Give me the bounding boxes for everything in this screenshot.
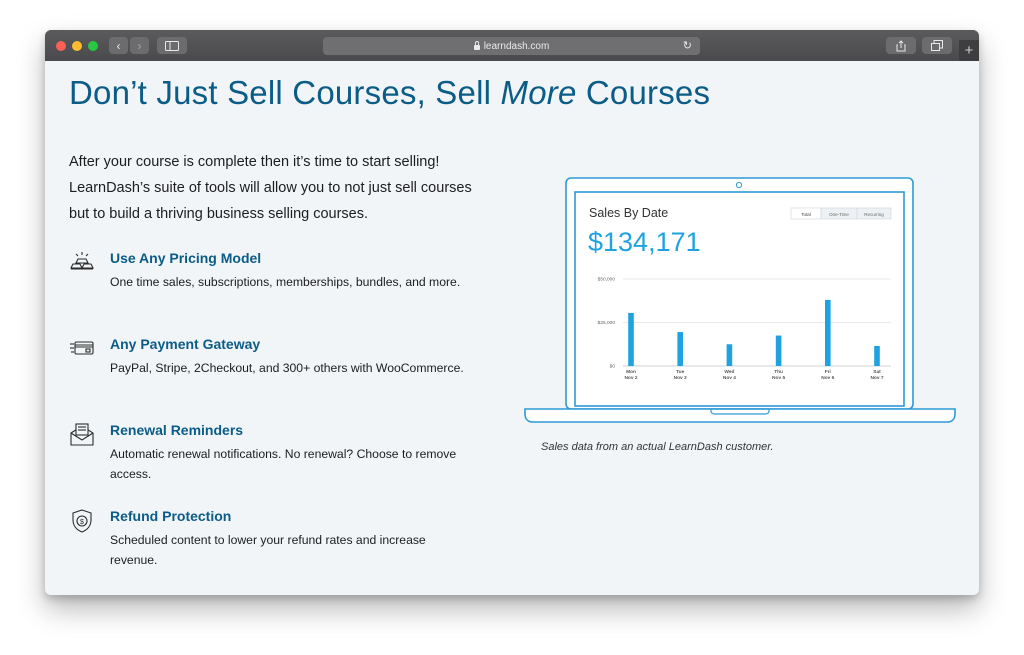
widget-title: Sales By Date — [589, 206, 668, 220]
bar — [628, 312, 634, 366]
widget-total: $134,171 — [588, 227, 701, 257]
feature-title: Renewal Reminders — [110, 422, 244, 438]
tabs-icon — [931, 40, 943, 51]
share-icon — [896, 39, 906, 51]
bar — [677, 332, 683, 366]
x-tick-label: Nov 6 — [821, 375, 834, 381]
plus-icon: + — [964, 42, 974, 59]
chevron-left-icon: ‹ — [116, 38, 121, 53]
y-tick-label: $50,000 — [598, 277, 616, 283]
chevron-right-icon: › — [137, 38, 142, 53]
toggle-group: Total One-Time Recurring — [790, 207, 892, 220]
envelope-icon — [70, 423, 94, 446]
bar — [726, 344, 733, 366]
page-heading: Don’t Just Sell Courses, Sell More Cours… — [69, 74, 710, 112]
page-content: Don’t Just Sell Courses, Sell More Cours… — [45, 61, 979, 595]
address-bar[interactable]: learndash.com ↻ — [323, 37, 700, 55]
shield-dollar-icon: $ — [72, 509, 92, 533]
laptop-base — [524, 408, 956, 423]
svg-text:$: $ — [80, 519, 84, 526]
reload-icon[interactable]: ↻ — [683, 39, 692, 52]
lock-icon — [473, 40, 480, 50]
feature-description: Scheduled content to lower your refund r… — [110, 533, 426, 567]
bar — [874, 345, 880, 366]
chart-caption: Sales data from an actual LearnDash cust… — [541, 441, 774, 453]
x-tick-label: Nov 2 — [624, 375, 637, 381]
intro-paragraph: After your course is complete then it’s … — [69, 154, 472, 222]
bar — [775, 335, 782, 366]
feature-title: Any Payment Gateway — [110, 336, 261, 352]
feature-description: Automatic renewal notifications. No rene… — [110, 447, 457, 481]
share-button[interactable] — [886, 37, 916, 54]
x-tick-label: Nov 4 — [723, 375, 736, 381]
tabs-overview-button[interactable] — [922, 37, 952, 54]
x-tick-label: Nov 3 — [674, 375, 687, 381]
laptop-screen — [574, 191, 905, 407]
heading-text-end: Courses — [576, 74, 711, 111]
x-tick-label: Fri — [825, 369, 831, 375]
browser-window: ‹ › learndash.com ↻ + Don’t Just Sell Co… — [45, 30, 979, 595]
laptop-sales-illustration: Sales By Date $134,171 Total One-Time Re… — [524, 177, 956, 423]
y-tick-label: $25,000 — [598, 320, 616, 326]
x-tick-label: Nov 5 — [772, 375, 785, 381]
x-tick-label: Mon — [626, 369, 636, 375]
sidebar-toggle-button[interactable] — [157, 37, 187, 54]
zoom-window-button[interactable] — [88, 41, 98, 51]
feature-description: PayPal, Stripe, 2Checkout, and 300+ othe… — [110, 361, 464, 375]
close-window-button[interactable] — [56, 41, 66, 51]
forward-button[interactable]: › — [130, 37, 149, 54]
x-tick-label: Tue — [676, 369, 685, 375]
url-text: learndash.com — [483, 40, 550, 52]
sidebar-icon — [165, 40, 179, 51]
x-tick-label: Wed — [724, 369, 734, 375]
credit-card-icon — [70, 341, 94, 355]
x-tick-label: Sat — [873, 369, 881, 375]
toggle-recurring-label: Recurring — [864, 212, 884, 217]
x-tick-label: Nov 7 — [870, 375, 883, 381]
heading-emphasis: More — [500, 74, 577, 111]
toggle-total-label: Total — [801, 212, 811, 217]
browser-toolbar: ‹ › learndash.com ↻ + — [45, 30, 979, 61]
new-tab-button[interactable]: + — [959, 40, 979, 61]
minimize-window-button[interactable] — [72, 41, 82, 51]
heading-text: Don’t Just Sell Courses, Sell — [69, 74, 501, 111]
feature-title: Refund Protection — [110, 508, 232, 524]
toggle-one-time-label: One-Time — [829, 212, 849, 217]
x-tick-label: Thu — [774, 369, 783, 375]
gold-bars-icon — [70, 252, 94, 270]
y-tick-label: $0 — [610, 364, 616, 370]
bar — [825, 299, 831, 366]
feature-title: Use Any Pricing Model — [110, 250, 262, 266]
back-button[interactable]: ‹ — [109, 37, 128, 54]
feature-description: One time sales, subscriptions, membershi… — [110, 275, 461, 289]
